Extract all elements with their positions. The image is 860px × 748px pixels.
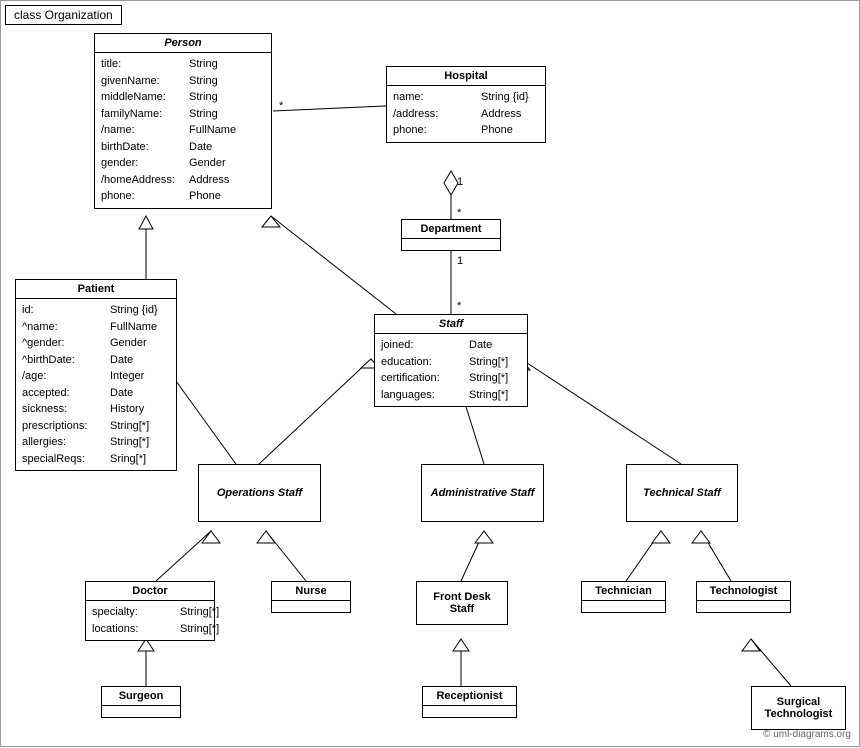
class-surgeon: Surgeon <box>101 686 181 718</box>
svg-text:*: * <box>279 100 284 112</box>
class-staff: Staff joined:Date education:String[*] ce… <box>374 314 528 407</box>
class-technologist: Technologist <box>696 581 791 613</box>
class-person-attrs: title:String givenName:String middleName… <box>95 53 271 208</box>
class-technician: Technician <box>581 581 666 613</box>
class-hospital-attrs: name:String {id} /address:Address phone:… <box>387 86 545 142</box>
copyright: © uml-diagrams.org <box>763 729 851 740</box>
class-surgical-technologist: Surgical Technologist <box>751 686 846 730</box>
class-front-desk-staff: Front Desk Staff <box>416 581 508 625</box>
class-doctor-attrs: specialty:String[*] locations:String[*] <box>86 601 214 640</box>
class-operations-staff: Operations Staff <box>198 464 321 522</box>
class-administrative-staff: Administrative Staff <box>421 464 544 522</box>
class-patient-name: Patient <box>16 280 176 299</box>
class-doctor: Doctor specialty:String[*] locations:Str… <box>85 581 215 641</box>
svg-text:1: 1 <box>457 176 463 188</box>
class-technical-staff: Technical Staff <box>626 464 738 522</box>
class-surgical-technologist-name: Surgical Technologist <box>752 687 845 729</box>
class-hospital-name: Hospital <box>387 67 545 86</box>
class-patient: Patient id:String {id} ^name:FullName ^g… <box>15 279 177 471</box>
svg-text:*: * <box>457 300 462 312</box>
class-front-desk-staff-name: Front Desk Staff <box>417 582 507 624</box>
class-technical-staff-name: Technical Staff <box>627 465 737 521</box>
class-receptionist: Receptionist <box>422 686 517 718</box>
class-doctor-name: Doctor <box>86 582 214 601</box>
class-nurse: Nurse <box>271 581 351 613</box>
class-technician-name: Technician <box>582 582 665 601</box>
class-person: Person title:String givenName:String mid… <box>94 33 272 209</box>
class-person-name: Person <box>95 34 271 53</box>
class-patient-attrs: id:String {id} ^name:FullName ^gender:Ge… <box>16 299 176 470</box>
class-technologist-name: Technologist <box>697 582 790 601</box>
class-department-name: Department <box>402 220 500 239</box>
class-surgeon-name: Surgeon <box>102 687 180 706</box>
class-staff-name: Staff <box>375 315 527 334</box>
class-receptionist-name: Receptionist <box>423 687 516 706</box>
diagram-title: class Organization <box>5 5 122 25</box>
class-department: Department <box>401 219 501 251</box>
diagram-container: class Organization * 1 * 1 * * <box>0 0 860 747</box>
class-hospital: Hospital name:String {id} /address:Addre… <box>386 66 546 143</box>
svg-text:*: * <box>457 207 462 219</box>
class-nurse-name: Nurse <box>272 582 350 601</box>
class-staff-attrs: joined:Date education:String[*] certific… <box>375 334 527 406</box>
class-operations-staff-name: Operations Staff <box>199 465 320 521</box>
svg-text:1: 1 <box>457 255 463 267</box>
class-administrative-staff-name: Administrative Staff <box>422 465 543 521</box>
